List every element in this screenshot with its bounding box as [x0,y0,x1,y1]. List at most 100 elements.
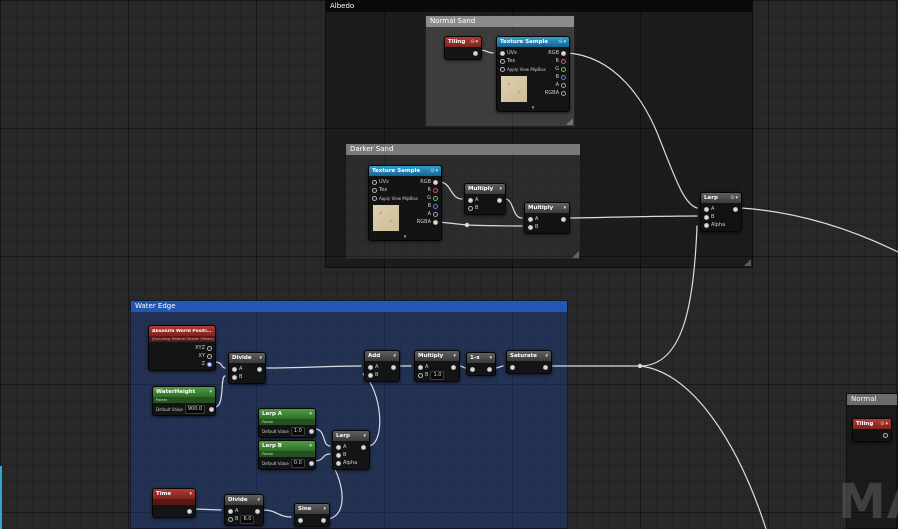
node-header[interactable]: Time ▾ [153,489,195,499]
material-graph-canvas[interactable]: Albedo Normal Sand Darker Sand Water Edg… [0,0,898,529]
collapse-icon[interactable]: ▾ [435,168,438,174]
pin-alpha[interactable] [704,222,709,228]
pin-xy[interactable] [207,353,212,359]
pin-out[interactable] [255,508,260,514]
pin-in[interactable] [510,364,515,370]
pin-rgba[interactable] [433,219,438,225]
node-header[interactable]: Lerp B ▾ [259,441,315,451]
pin-uvs[interactable] [500,50,505,56]
node-header[interactable]: Sine ▾ [295,504,329,514]
collapse-icon[interactable]: ▾ [323,506,326,512]
node-absolute-world-position[interactable]: Absolute World Position (Excluding Mater… [148,325,216,371]
pin-b[interactable] [368,372,373,378]
node-header[interactable]: Absolute World Position [149,326,215,336]
collapse-icon[interactable]: ▾ [393,353,396,359]
node-lerp-albedo[interactable]: Lerp ⊙ ▾ A B Alpha [700,192,742,232]
node-tiling-reroute[interactable]: Tiling ⊙ ▾ [444,36,482,60]
comment-resize-handle[interactable] [566,118,573,125]
collapse-icon[interactable]: ▾ [309,443,312,449]
pin-out[interactable] [473,50,478,56]
comment-title-albedo[interactable]: Albedo [326,1,752,12]
pin-in[interactable] [470,366,475,372]
pin-a[interactable] [228,508,233,514]
pin-a[interactable] [368,364,373,370]
comment-resize-handle[interactable] [572,251,579,258]
node-header[interactable]: Add ▾ [365,351,399,361]
node-time[interactable]: Time ▾ [152,488,196,518]
pin-a[interactable] [418,364,423,370]
pin-out[interactable] [308,460,314,466]
node-header[interactable]: Texture Sample ⊙ ▾ [369,166,441,176]
pin-b[interactable] [336,452,341,458]
collapse-icon[interactable]: ▾ [489,355,492,361]
pin-out[interactable] [321,517,326,523]
pin-out[interactable] [561,216,566,222]
pin-a[interactable] [468,197,473,203]
node-header[interactable]: Divide ▾ [229,353,265,363]
node-add[interactable]: Add ▾ A B [364,350,400,382]
node-header[interactable]: Multiply ▾ [415,351,459,361]
pin-r[interactable] [561,58,566,64]
pin-a[interactable] [528,216,533,222]
texture-preview[interactable] [372,204,400,232]
collapse-icon[interactable]: ▾ [259,355,262,361]
pin-out[interactable] [187,508,192,514]
node-header[interactable]: Lerp ⊙ ▾ [701,193,741,203]
node-header[interactable]: Tiling ⊙ ▾ [853,419,891,429]
comment-resize-handle[interactable] [744,259,751,266]
pin-out[interactable] [308,428,314,434]
b-value-input[interactable]: 6.0 [240,514,255,524]
node-header[interactable]: Saturate ▾ [507,351,551,361]
node-header[interactable]: Multiply ▾ [525,203,569,213]
node-lerp-water[interactable]: Lerp ▾ A B Alpha [332,430,370,470]
pin-b[interactable] [232,374,237,380]
pin-out[interactable] [497,197,502,203]
pin-z[interactable] [207,361,212,367]
pin-b[interactable] [704,214,709,220]
node-param-lerp-b[interactable]: Lerp B ▾ Param Default Value 0.0 [258,440,316,470]
texture-preview[interactable] [500,75,528,103]
default-value-input[interactable]: 0.0 [290,458,305,468]
pin-out[interactable] [257,366,262,372]
pin-tex[interactable] [372,187,377,193]
preview-icon[interactable]: ⊙ [558,39,562,45]
pin-a[interactable] [336,444,341,450]
pin-out[interactable] [209,406,215,412]
pin-out[interactable] [361,444,366,450]
reroute-dot[interactable] [637,363,643,369]
collapse-icon[interactable]: ▾ [545,353,548,359]
wire[interactable] [639,365,767,529]
pin-rgb[interactable] [561,50,566,56]
collapse-icon[interactable]: ▾ [885,421,888,427]
node-divide-time[interactable]: Divide ▾ A B 6.0 [224,494,264,526]
b-value-input[interactable]: 1.0 [430,370,445,380]
collapse-icon[interactable]: ▾ [363,433,366,439]
pin-alpha[interactable] [336,460,341,466]
pin-rgba[interactable] [561,90,566,96]
pin-b[interactable] [528,224,533,230]
collapse-icon[interactable]: ▾ [453,353,456,359]
pin-out[interactable] [733,206,738,212]
collapse-icon[interactable]: ▾ [257,497,260,503]
pin-r[interactable] [433,187,438,193]
node-header[interactable]: Lerp A ▾ [259,409,315,419]
node-header[interactable]: Multiply ▾ [465,184,505,194]
pin-out[interactable] [391,364,396,370]
pin-xyz[interactable] [207,345,212,351]
pin-g[interactable] [433,195,438,201]
node-divide-world[interactable]: Divide ▾ A B [228,352,266,384]
pin-mipbias[interactable] [500,66,505,72]
node-header[interactable]: Texture Sample ⊙ ▾ [497,37,569,47]
node-multiply-2[interactable]: Multiply ▾ A B [524,202,570,234]
pin-uvs[interactable] [372,179,377,185]
comment-title-normal-sand[interactable]: Normal Sand [426,16,574,27]
collapse-icon[interactable]: ▾ [189,491,192,497]
collapse-icon[interactable]: ▾ [563,39,566,45]
pin-out[interactable] [487,366,492,372]
node-tiling-reroute-normal[interactable]: Tiling ⊙ ▾ [852,418,892,442]
collapse-icon[interactable]: ▾ [499,186,502,192]
pin-out[interactable] [883,432,888,438]
default-value-input[interactable]: 1.0 [290,426,305,436]
node-param-waterheight[interactable]: WaterHeight ▾ Param Default Value 900.0 [152,386,216,416]
comment-title-water-edge[interactable]: Water Edge [131,301,567,312]
